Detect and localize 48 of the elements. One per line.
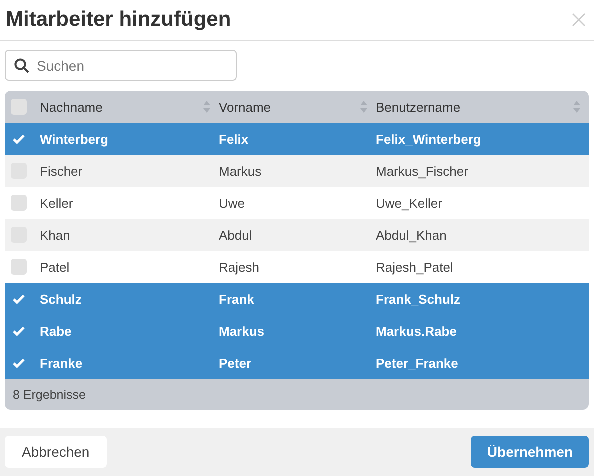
search-field[interactable]: Suchen [5, 50, 237, 81]
close-icon[interactable] [572, 13, 586, 27]
table-cell-text: Markus [219, 164, 263, 178]
result-count: 8 Ergebnisse [12, 386, 87, 404]
table-cell-text: Fischer [40, 164, 84, 178]
checkbox[interactable] [11, 195, 27, 211]
table-cell-text: Peter [219, 356, 253, 370]
table-row[interactable]: Rabe Markus Markus.Rabe [5, 315, 589, 347]
column-header[interactable]: Benutzername [376, 100, 589, 114]
column-header[interactable]: Nachname [40, 100, 219, 114]
cancel-button[interactable]: Abbrechen [5, 436, 107, 468]
table-cell-text: Markus [219, 324, 266, 338]
table-cell-text: Markus.Rabe [376, 324, 458, 338]
search-icon [14, 58, 30, 74]
checkbox[interactable] [11, 259, 27, 275]
table-cell-text: Rajesh_Patel [376, 260, 454, 274]
table-cell-text: Felix [219, 132, 250, 146]
column-header[interactable]: Vorname [219, 100, 376, 114]
table-cell-text: Uwe_Keller [376, 196, 444, 210]
table-row[interactable]: Winterberg Felix Felix_Winterberg [5, 123, 589, 155]
table-cell-text: Winterberg [40, 132, 110, 146]
table-cell-text: Franke [40, 356, 84, 370]
table-cell-text: Khan [40, 228, 72, 242]
table-cell-text: Frank_Schulz [376, 292, 462, 306]
sort-icon[interactable] [573, 100, 581, 114]
table-cell-text: Peter_Franke [376, 356, 460, 370]
table-cell-text: Rajesh [219, 260, 260, 274]
table-cell-text: Uwe [219, 196, 246, 210]
sort-icon[interactable] [360, 100, 368, 114]
table-row[interactable]: Keller Uwe Uwe_Keller [5, 187, 589, 219]
table-cell-text: Abdul_Khan [376, 228, 448, 242]
sort-icon[interactable] [203, 100, 211, 114]
table-row[interactable]: Khan Abdul Abdul_Khan [5, 219, 589, 251]
table-row[interactable]: Franke Peter Peter_Franke [5, 347, 589, 379]
checkbox[interactable] [11, 99, 27, 115]
table-cell-text: Keller [40, 196, 74, 210]
table-cell-text: Patel [40, 260, 71, 274]
table-row[interactable]: Schulz Frank Frank_Schulz [5, 283, 589, 315]
table-row[interactable]: Patel Rajesh Rajesh_Patel [5, 251, 589, 283]
table-cell-text: Abdul [219, 228, 254, 242]
table-cell-text: Rabe [40, 324, 73, 338]
table-cell-text: Frank [219, 292, 256, 306]
table-cell-text: Schulz [40, 292, 83, 306]
table-cell-text: Markus_Fischer [376, 164, 470, 178]
table-row[interactable]: Fischer Markus Markus_Fischer [5, 155, 589, 187]
table-cell-text: Felix_Winterberg [376, 132, 482, 146]
apply-button[interactable]: Übernehmen [471, 436, 589, 468]
dialog-title: Mitarbeiter hinzufügen [6, 8, 232, 32]
